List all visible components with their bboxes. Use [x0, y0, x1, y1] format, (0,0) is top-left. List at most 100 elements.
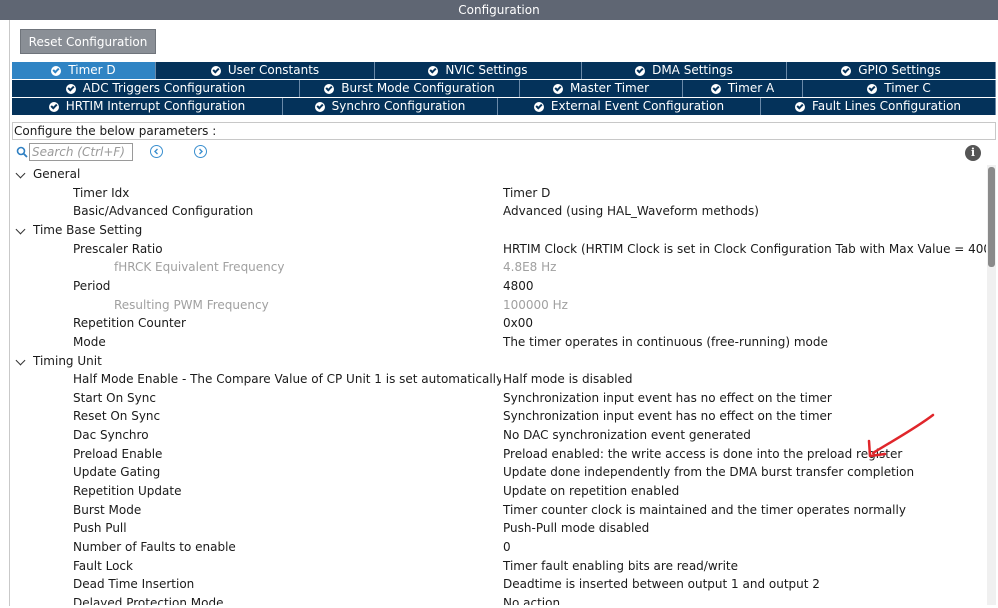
parameter-value[interactable]: Push-Pull mode disabled: [503, 519, 649, 537]
parameter-row[interactable]: Reset On Sync Synchronization input event…: [12, 407, 986, 425]
tab-label: Fault Lines Configuration: [811, 99, 962, 113]
parameter-row[interactable]: Preload Enable Preload enabled: the write…: [12, 445, 986, 463]
parameter-name: Update Gating: [73, 465, 161, 480]
tab-synchro-configuration[interactable]: Synchro Configuration: [283, 98, 498, 115]
tab-label: Timer D: [68, 63, 116, 77]
parameter-row[interactable]: Mode The timer operates in continuous (fr…: [12, 333, 986, 351]
chevron-down-icon[interactable]: [15, 355, 26, 365]
parameter-row[interactable]: Delayed Protection Mode No action: [12, 594, 986, 605]
parameter-value[interactable]: Timer counter clock is maintained and th…: [503, 501, 906, 519]
group-row[interactable]: Timing Unit: [12, 352, 986, 370]
parameter-value[interactable]: Synchronization input event has no effec…: [503, 389, 832, 407]
parameter-value[interactable]: Timer fault enabling bits are read/write: [503, 557, 738, 575]
vertical-scrollbar[interactable]: [987, 165, 996, 605]
tab-timer-d[interactable]: Timer D: [12, 62, 156, 79]
parameter-row[interactable]: Burst Mode Timer counter clock is maintai…: [12, 501, 986, 519]
tab-row-1: Timer D User Constants NVIC Settings DMA Se…: [12, 62, 996, 79]
tab-burst-mode-configuration[interactable]: Burst Mode Configuration: [300, 80, 520, 97]
parameter-row[interactable]: Prescaler Ratio HRTIM Clock (HRTIM Clock …: [12, 240, 986, 258]
tab-gpio-settings[interactable]: GPIO Settings: [787, 62, 996, 79]
check-circle-icon: [428, 65, 439, 76]
check-circle-icon: [552, 83, 563, 94]
check-circle-icon: [48, 101, 59, 112]
derived-parameter-row[interactable]: Resulting PWM Frequency 100000 Hz: [12, 296, 986, 314]
tab-external-event-configuration[interactable]: External Event Configuration: [498, 98, 761, 115]
tab-label: Synchro Configuration: [331, 99, 466, 113]
tab-label: HRTIM Interrupt Configuration: [65, 99, 246, 113]
parameter-row[interactable]: Start On Sync Synchronization input event…: [12, 389, 986, 407]
parameter-value[interactable]: No action: [503, 594, 560, 605]
parameter-name: Basic/Advanced Configuration: [73, 204, 254, 219]
tab-dma-settings[interactable]: DMA Settings: [582, 62, 787, 79]
parameter-value[interactable]: Update done independently from the DMA b…: [503, 463, 914, 481]
group-label: General: [33, 167, 81, 181]
tab-adc-triggers-configuration[interactable]: ADC Triggers Configuration: [12, 80, 300, 97]
parameter-value[interactable]: 4800: [503, 277, 534, 295]
parameter-row[interactable]: Number of Faults to enable 0: [12, 538, 986, 556]
tab-hrtim-interrupt-configuration[interactable]: HRTIM Interrupt Configuration: [12, 98, 283, 115]
parameter-value: 100000 Hz: [503, 297, 568, 312]
parameter-row[interactable]: Dead Time Insertion Deadtime is inserted …: [12, 575, 986, 593]
parameter-row[interactable]: Timer Idx Timer D: [12, 184, 986, 202]
tab-label: Master Timer: [569, 81, 650, 95]
parameter-value[interactable]: Preload enabled: the write access is don…: [503, 445, 902, 463]
search-input[interactable]: [29, 143, 133, 161]
parameter-row[interactable]: Half Mode Enable - The Compare Value of …: [12, 370, 986, 388]
chevron-right-circle-icon[interactable]: [194, 145, 207, 158]
parameter-value[interactable]: No DAC synchronization event generated: [503, 426, 751, 444]
check-circle-icon: [324, 83, 335, 94]
parameter-value[interactable]: HRTIM Clock (HRTIM Clock is set in Clock…: [503, 240, 986, 258]
check-circle-icon: [210, 65, 221, 76]
parameter-row[interactable]: Fault Lock Timer fault enabling bits are …: [12, 557, 986, 575]
tab-fault-lines-configuration[interactable]: Fault Lines Configuration: [761, 98, 996, 115]
parameter-value[interactable]: The timer operates in continuous (free-r…: [503, 333, 828, 351]
tab-user-constants[interactable]: User Constants: [156, 62, 375, 79]
window-title: Configuration: [0, 0, 998, 20]
parameter-row[interactable]: Basic/Advanced Configuration Advanced (us…: [12, 202, 986, 220]
parameter-name: Timer Idx: [73, 185, 130, 200]
parameter-name: Repetition Update: [73, 484, 182, 499]
tab-timer-a[interactable]: Timer A: [683, 80, 803, 97]
tab-nvic-settings[interactable]: NVIC Settings: [375, 62, 582, 79]
parameter-value[interactable]: Advanced (using HAL_Waveform methods): [503, 202, 759, 220]
parameter-row[interactable]: Repetition Update Update on repetition en…: [12, 482, 986, 500]
tab-master-timer[interactable]: Master Timer: [520, 80, 683, 97]
parameter-row[interactable]: Dac Synchro No DAC synchronization event …: [12, 426, 986, 444]
red-arrow-annotation: [867, 413, 935, 458]
group-row[interactable]: Time Base Setting: [12, 221, 986, 239]
chevron-down-icon[interactable]: [15, 224, 26, 235]
check-circle-icon: [533, 101, 544, 112]
tab-label: Timer A: [727, 81, 775, 95]
parameter-value[interactable]: 0: [503, 538, 511, 556]
parameter-name: Start On Sync: [73, 390, 156, 405]
group-row[interactable]: General: [12, 165, 986, 183]
chevron-down-icon[interactable]: [15, 168, 26, 179]
parameter-row[interactable]: Update Gating Update done independently f…: [12, 463, 986, 481]
parameter-name: Period: [73, 278, 111, 293]
search-icon: [16, 146, 28, 158]
parameter-name: Dead Time Insertion: [73, 577, 195, 592]
parameter-value[interactable]: Timer D: [503, 184, 550, 202]
parameter-value[interactable]: Half mode is disabled: [503, 370, 633, 388]
derived-parameter-row[interactable]: fHRCK Equivalent Frequency 4.8E8 Hz: [12, 258, 986, 276]
parameter-name: Reset On Sync: [73, 409, 161, 424]
parameter-name: Dac Synchro: [73, 428, 149, 443]
check-circle-icon: [867, 83, 878, 94]
parameter-name: Burst Mode: [73, 502, 142, 517]
parameter-row[interactable]: Repetition Counter 0x00: [12, 314, 986, 332]
check-circle-icon: [794, 101, 805, 112]
parameter-value[interactable]: 0x00: [503, 314, 533, 332]
chevron-left-circle-icon[interactable]: [150, 145, 163, 158]
scrollbar-thumb[interactable]: [988, 167, 995, 267]
parameter-row[interactable]: Period 4800: [12, 277, 986, 295]
parameter-row[interactable]: Push Pull Push-Pull mode disabled: [12, 519, 986, 537]
parameter-value[interactable]: Synchronization input event has no effec…: [503, 407, 832, 425]
parameter-value[interactable]: Deadtime is inserted between output 1 an…: [503, 575, 820, 593]
check-circle-icon: [635, 65, 646, 76]
parameter-value[interactable]: Update on repetition enabled: [503, 482, 679, 500]
tab-timer-c[interactable]: Timer C: [803, 80, 996, 97]
group-label: Time Base Setting: [33, 222, 143, 237]
tab-label: NVIC Settings: [445, 63, 528, 77]
info-icon[interactable]: i: [965, 145, 981, 161]
reset-configuration-button[interactable]: Reset Configuration: [20, 29, 156, 54]
